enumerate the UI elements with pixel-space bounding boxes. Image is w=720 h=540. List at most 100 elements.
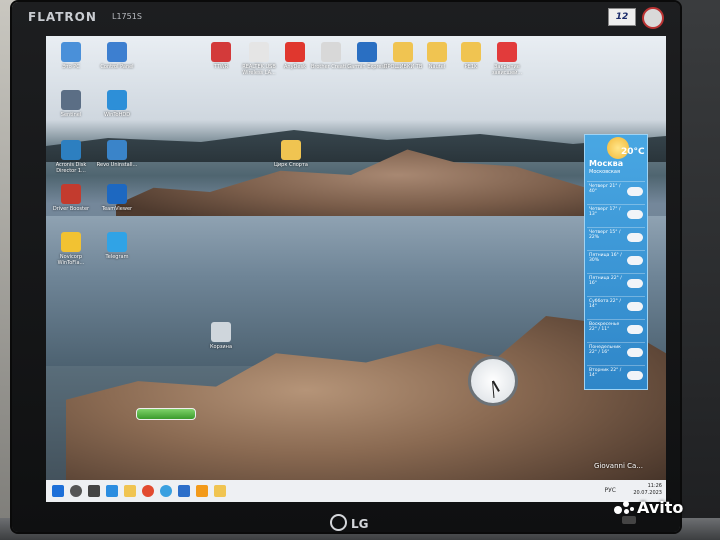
tray-date: 20.07.2023 xyxy=(633,490,662,496)
desktop-icon-glyph xyxy=(61,184,81,204)
tray-time: 11:26 xyxy=(647,483,662,489)
weather-region: Московская xyxy=(589,169,620,175)
edge-icon[interactable] xyxy=(106,485,118,497)
cloud-icon xyxy=(627,233,643,242)
desktop-icon-glyph xyxy=(211,322,231,342)
desktop-icon[interactable]: Revo Uninstall... xyxy=(94,140,140,168)
desktop-icon[interactable]: TeamViewer xyxy=(94,184,140,212)
forecast-text: Вторник 22° / 14° xyxy=(589,368,622,378)
avito-watermark: Avito xyxy=(614,498,683,517)
forecast-row: Суббота 22° / 14° xyxy=(587,296,645,319)
desktop-icon-glyph xyxy=(427,42,447,62)
forecast-text: Четверг 15° / 22% xyxy=(589,230,621,240)
desktop-icon-glyph xyxy=(107,232,127,252)
power-button[interactable] xyxy=(622,516,636,524)
cloud-icon xyxy=(627,302,643,311)
desktop-icon-glyph xyxy=(285,42,305,62)
desktop-icon-glyph xyxy=(357,42,377,62)
desktop-icon[interactable]: Control Panel xyxy=(94,42,140,70)
taskbar: РУС 11:26 20.07.2023 xyxy=(46,480,666,502)
clock-gadget[interactable] xyxy=(468,356,518,406)
lg-circle-icon xyxy=(330,514,347,531)
folder-taskbar-icon[interactable] xyxy=(214,485,226,497)
desktop-icon-label: Это PC xyxy=(62,64,80,70)
desktop-icon-glyph xyxy=(107,42,127,62)
forecast-row: Четверг 21° / 40° xyxy=(587,181,645,204)
desktop-icon[interactable]: WinToHDD xyxy=(94,90,140,118)
tray-language[interactable]: РУС xyxy=(605,487,616,494)
lg-logo: LG xyxy=(330,514,369,531)
task-view-icon[interactable] xyxy=(88,485,100,497)
cloud-icon xyxy=(627,256,643,265)
desktop-icon[interactable]: Telegram xyxy=(94,232,140,260)
explorer-icon[interactable] xyxy=(124,485,136,497)
vlc-icon[interactable] xyxy=(196,485,208,497)
forecast-row: Воскресенье 22° / 11° xyxy=(587,319,645,342)
desktop-icon[interactable]: Закрытие зависшей... xyxy=(484,42,530,76)
desktop-icon-glyph xyxy=(61,42,81,62)
desktop-icon-label: WinToHDD xyxy=(103,112,131,118)
forecast-row: Пятница 22° / 16° xyxy=(587,273,645,296)
tray-clock[interactable]: 11:26 20.07.2023 xyxy=(633,483,662,497)
desktop-icon[interactable]: Acronis Disk Director 1... xyxy=(48,140,94,174)
weather-city: Москва xyxy=(589,159,624,168)
desktop-icon-label: Закрытие зависшей... xyxy=(491,64,523,76)
forecast-text: Четверг 17° / 13° xyxy=(589,207,621,217)
desktop-icon[interactable]: Novicorp WinToFla... xyxy=(48,232,94,266)
cloud-icon xyxy=(627,187,643,196)
forecast-row: Пятница 16° / 30% xyxy=(587,250,645,273)
desktop-icon-label: Цирк Спорта xyxy=(274,162,308,168)
desktop-icon-glyph xyxy=(321,42,341,62)
monitor: FLATRON L1751S 12 LG Это PC Control Panel… xyxy=(12,2,680,532)
forecast-row: Вторник 22° / 14° xyxy=(587,365,645,388)
inventory-sticker: 12 xyxy=(608,8,636,26)
chrome-icon[interactable] xyxy=(142,485,154,497)
desktop-icon-label: Acronis Disk Director 1... xyxy=(55,162,87,174)
cloud-icon xyxy=(627,348,643,357)
forecast-text: Пятница 22° / 16° xyxy=(589,276,622,286)
desktop-icon-label: Control Panel xyxy=(100,64,134,70)
lg-logo-text: LG xyxy=(351,517,369,531)
forecast-row: Четверг 15° / 22% xyxy=(587,227,645,250)
weather-forecast: Четверг 21° / 40° Четверг 17° / 13° Четвер… xyxy=(587,181,645,388)
desktop-icon[interactable]: Driver Booster xyxy=(48,184,94,212)
cloud-icon xyxy=(627,210,643,219)
desktop-icon[interactable]: Это PC xyxy=(48,42,94,70)
desktop-icon-glyph xyxy=(61,140,81,160)
desktop-icon-label: Telegram xyxy=(105,254,129,260)
search-icon[interactable] xyxy=(70,485,82,497)
forecast-row: Понедельник 22° / 16° xyxy=(587,342,645,365)
desktop-screen: Это PC Control Panel Sentinel WinToHDD Acron… xyxy=(46,36,666,502)
start-button[interactable] xyxy=(52,485,64,497)
teamviewer-taskbar-icon[interactable] xyxy=(178,485,190,497)
desktop-icon-label: Revo Uninstall... xyxy=(96,162,138,168)
desktop-icon-glyph xyxy=(107,184,127,204)
forecast-text: Суббота 22° / 14° xyxy=(589,299,621,309)
forecast-text: Четверг 21° / 40° xyxy=(589,184,621,194)
cloud-icon xyxy=(627,279,643,288)
desktop-icon[interactable]: Цирк Спорта xyxy=(268,140,314,168)
avito-text: Avito xyxy=(637,498,684,517)
desktop-icon-glyph xyxy=(61,232,81,252)
forecast-text: Понедельник 22° / 16° xyxy=(589,345,621,355)
desktop-icon-glyph xyxy=(107,140,127,160)
forecast-text: Пятница 16° / 30% xyxy=(589,253,622,263)
cloud-icon xyxy=(627,325,643,334)
wallpaper-signature: Giovanni Ca... xyxy=(594,462,643,470)
battery-gadget[interactable] xyxy=(136,408,196,420)
app-icon-blue[interactable] xyxy=(160,485,172,497)
desktop-icon-label: Sentinel xyxy=(60,112,82,118)
desktop-icon-glyph xyxy=(393,42,413,62)
weather-temperature: 20°C xyxy=(621,147,645,157)
desktop-icon-label: Driver Booster xyxy=(52,206,90,212)
desktop-icon[interactable]: Sentinel xyxy=(48,90,94,118)
desktop-icon-label: TeamViewer xyxy=(101,206,133,212)
desktop-icon-glyph xyxy=(211,42,231,62)
desktop-icon[interactable]: Корзина xyxy=(198,322,244,350)
desktop-icon-glyph xyxy=(61,90,81,110)
desktop-icon-label: Корзина xyxy=(209,344,233,350)
round-sticker xyxy=(642,7,664,29)
desktop-icon-glyph xyxy=(461,42,481,62)
weather-gadget[interactable]: 20°C Москва Московская Четверг 21° / 40°… xyxy=(584,134,648,390)
desktop-icon-glyph xyxy=(107,90,127,110)
